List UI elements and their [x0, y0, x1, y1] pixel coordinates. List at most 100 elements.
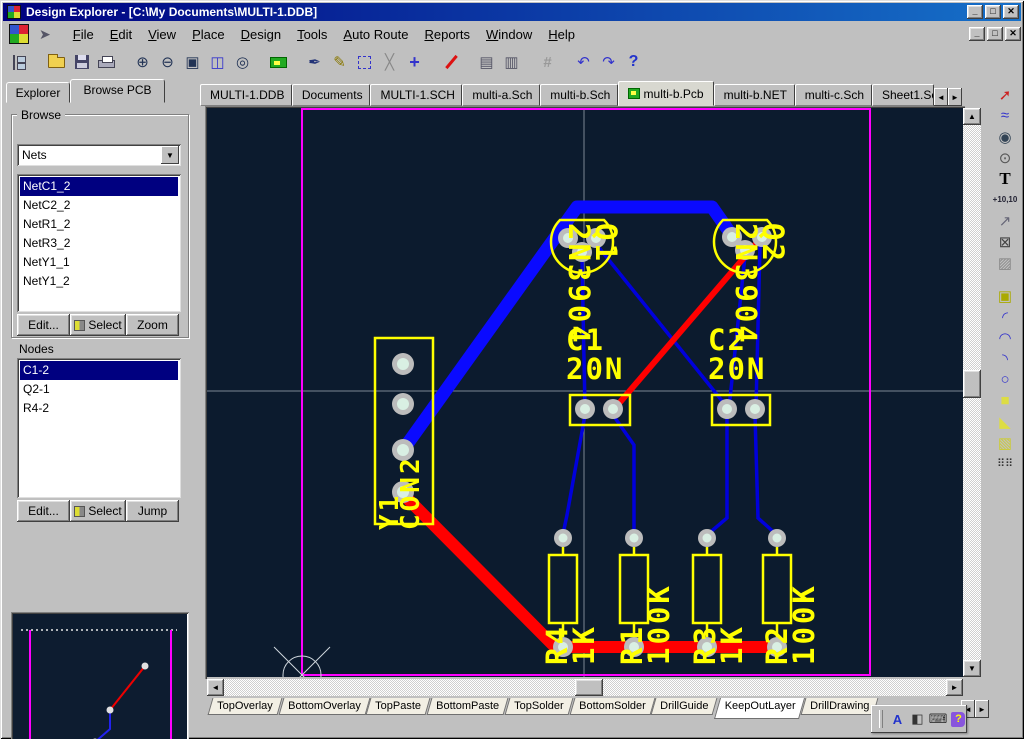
scroll-down-icon[interactable]: ▼: [963, 660, 981, 677]
layer-tab-bottomsolder[interactable]: BottomSolder: [569, 698, 655, 715]
node-edit-button[interactable]: Edit...: [17, 500, 70, 522]
undo-icon[interactable]: ↶: [571, 51, 596, 73]
arc-edge-icon[interactable]: ◜: [992, 306, 1018, 327]
tab-explorer[interactable]: Explorer: [6, 82, 70, 103]
arc-angles-icon[interactable]: ◝: [992, 348, 1018, 369]
zoom-window-icon[interactable]: ▣: [180, 51, 205, 73]
tab-multi-b-pcb[interactable]: multi-b.Pcb: [618, 81, 713, 106]
hatched-fill-icon[interactable]: ▨: [992, 252, 1018, 273]
layer-tab-keepoutlayer[interactable]: KeepOutLayer: [714, 698, 805, 719]
redo-icon[interactable]: ↷: [596, 51, 621, 73]
tab-multi-b-sch[interactable]: multi-b.Sch: [540, 84, 618, 106]
annotate-icon[interactable]: ✎: [327, 51, 352, 73]
via-icon[interactable]: ◉: [992, 126, 1018, 147]
layer-tab-drillguide[interactable]: DrillGuide: [651, 698, 718, 715]
board-minimap[interactable]: [11, 612, 189, 739]
pad-icon[interactable]: ⊙: [992, 147, 1018, 168]
c1-label[interactable]: C120N: [566, 326, 624, 384]
tab-browse-pcb[interactable]: Browse PCB: [70, 79, 165, 103]
tab-multi-a-sch[interactable]: multi-a.Sch: [462, 84, 540, 106]
pad-array-icon[interactable]: ⠿⠿: [992, 453, 1018, 474]
tab-multi-b-net[interactable]: multi-b.NET: [714, 84, 795, 106]
net-list-item[interactable]: NetR1_2: [20, 215, 178, 234]
help-icon[interactable]: ?: [621, 51, 646, 73]
full-circle-icon[interactable]: ○: [992, 369, 1018, 390]
tab-sheet1-sch[interactable]: Sheet1.Sch: [872, 84, 934, 106]
interactive-routing-icon[interactable]: ➚: [992, 84, 1018, 105]
r2-label[interactable]: R2100K: [710, 542, 872, 665]
zoom-area-icon[interactable]: ◫: [205, 51, 230, 73]
explorer-panel-icon[interactable]: [8, 51, 33, 73]
net-select-button[interactable]: Select: [70, 314, 126, 336]
text-string-icon[interactable]: T: [992, 168, 1018, 189]
net-list-item[interactable]: NetY1_1: [20, 253, 178, 272]
layer-scroll-right-icon[interactable]: ►: [975, 700, 989, 718]
view-3d-icon[interactable]: ▤: [474, 51, 499, 73]
help-book-icon[interactable]: ?: [950, 710, 967, 728]
zoom-select-icon[interactable]: ◎: [230, 51, 255, 73]
node-list-item[interactable]: C1-2: [20, 361, 178, 380]
horizontal-scroll-thumb[interactable]: [575, 679, 603, 696]
menu-window[interactable]: Window: [478, 24, 540, 45]
layer-tab-topsolder[interactable]: TopSolder: [505, 698, 573, 715]
tab-multi1-sch[interactable]: MULTI-1.SCH: [370, 84, 462, 106]
arc-center-icon[interactable]: ◠: [992, 327, 1018, 348]
zoom-out-icon[interactable]: ⊖: [155, 51, 180, 73]
net-list-item[interactable]: NetR3_2: [20, 234, 178, 253]
net-edit-button[interactable]: Edit...: [17, 314, 70, 336]
deselect-icon[interactable]: ╳: [377, 51, 402, 73]
nets-list[interactable]: NetC1_2 NetC2_2 NetR1_2 NetR3_2 NetY1_1 …: [17, 174, 181, 312]
close-button[interactable]: ✕: [1003, 5, 1019, 19]
tab-scroll-right-icon[interactable]: ►: [948, 88, 962, 106]
browse-mode-dropdown[interactable]: Nets ▼: [17, 144, 181, 166]
menu-view[interactable]: View: [140, 24, 184, 45]
menu-help[interactable]: Help: [540, 24, 583, 45]
keyboard-icon[interactable]: ⌨: [929, 710, 947, 728]
room-icon[interactable]: ⊠: [992, 231, 1018, 252]
layer-tab-drilldrawing[interactable]: DrillDrawing: [800, 698, 878, 715]
y1-label[interactable]: Y1CON2: [338, 418, 464, 530]
open-icon[interactable]: [44, 51, 69, 73]
node-jump-button[interactable]: Jump: [126, 500, 179, 522]
zoom-in-icon[interactable]: ⊕: [130, 51, 155, 73]
component-icon[interactable]: ▣: [992, 285, 1018, 306]
scroll-up-icon[interactable]: ▲: [963, 108, 981, 125]
coordinate-icon[interactable]: +10,10: [992, 189, 1018, 210]
node-select-button[interactable]: Select: [70, 500, 126, 522]
canvas-horizontal-scrollbar[interactable]: ◄ ►: [207, 679, 963, 696]
dropdown-arrow-icon[interactable]: ▼: [161, 146, 179, 164]
canvas-vertical-scrollbar[interactable]: ▲ ▼: [963, 108, 981, 677]
dimension-icon[interactable]: ↗: [992, 210, 1018, 231]
menu-design[interactable]: Design: [233, 24, 289, 45]
scroll-left-icon[interactable]: ◄: [207, 679, 224, 696]
split-plane-icon[interactable]: ▧: [992, 432, 1018, 453]
net-list-item[interactable]: NetY1_2: [20, 272, 178, 291]
cross-probe-icon[interactable]: ✒: [302, 51, 327, 73]
menu-edit[interactable]: Edit: [102, 24, 140, 45]
select-area-icon[interactable]: [352, 51, 377, 73]
design-explorer-icon[interactable]: [9, 24, 29, 44]
node-list-item[interactable]: R4-2: [20, 399, 178, 418]
layer-tab-bottomoverlay[interactable]: BottomOverlay: [278, 698, 370, 715]
tab-scroll-left-icon[interactable]: ◄: [934, 88, 948, 106]
net-zoom-button[interactable]: Zoom: [126, 314, 179, 336]
nodes-list[interactable]: C1-2 Q2-1 R4-2: [17, 358, 181, 498]
board-view-icon[interactable]: [266, 51, 291, 73]
net-list-item[interactable]: NetC1_2: [20, 177, 178, 196]
save-icon[interactable]: [69, 51, 94, 73]
menu-reports[interactable]: Reports: [416, 24, 478, 45]
wizard-icon[interactable]: [438, 51, 463, 73]
menu-place[interactable]: Place: [184, 24, 233, 45]
tab-multi1-ddb[interactable]: MULTI-1.DDB: [200, 84, 292, 106]
tab-multi-c-sch[interactable]: multi-c.Sch: [795, 84, 872, 106]
move-icon[interactable]: +: [402, 51, 427, 73]
view-3d-zoom-icon[interactable]: ▥: [499, 51, 524, 73]
menu-auto-route[interactable]: Auto Route: [335, 24, 416, 45]
layer-tab-bottompaste[interactable]: BottomPaste: [427, 698, 509, 715]
net-list-item[interactable]: NetC2_2: [20, 196, 178, 215]
node-list-item[interactable]: Q2-1: [20, 380, 178, 399]
scroll-right-icon[interactable]: ►: [946, 679, 963, 696]
child-minimize-button[interactable]: _: [969, 27, 985, 41]
child-close-button[interactable]: ✕: [1005, 27, 1021, 41]
polygon-plane-icon[interactable]: ◣: [992, 411, 1018, 432]
